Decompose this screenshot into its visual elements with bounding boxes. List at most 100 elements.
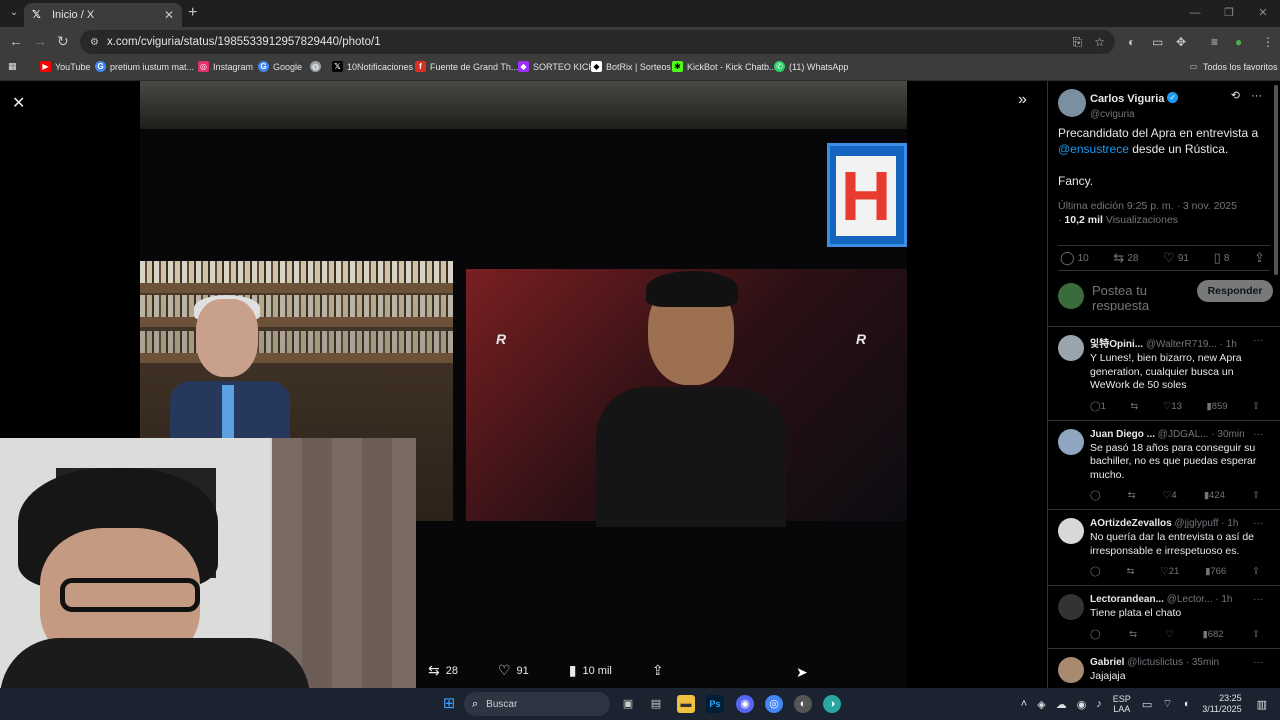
bookmark-whatsapp[interactable]: ✆ (11) WhatsApp — [774, 61, 848, 72]
language-indicator[interactable]: ESP LAA — [1113, 694, 1131, 714]
back-icon[interactable]: ← — [9, 33, 23, 49]
share-action[interactable]: ⇪ — [1252, 490, 1260, 501]
retweet-action[interactable]: ⇆ — [1126, 566, 1134, 577]
bookmark-globe[interactable]: ◍ — [310, 61, 325, 72]
list-item[interactable]: Gabriel @lictuslictus · 35min ··· Jajaja… — [1048, 649, 1280, 689]
file-explorer-icon[interactable]: ▬ — [677, 695, 695, 713]
site-info-icon[interactable]: ⚙ — [90, 37, 99, 48]
list-item[interactable]: 잋特Opini... @WalterR719... · 1h ··· Y Lun… — [1048, 327, 1280, 421]
app-icon[interactable]: ◑ — [823, 695, 841, 713]
minimize-button[interactable]: — — [1178, 0, 1212, 27]
tab-active[interactable]: 𝕏 Inicio / X ✕ — [24, 3, 182, 27]
discord-icon[interactable]: ◉ — [736, 695, 754, 713]
share-stat[interactable]: ⇪ — [1254, 250, 1268, 266]
bookmark-instagram[interactable]: ◎ Instagram — [198, 61, 253, 72]
like-action[interactable]: ♡ 13 — [1163, 401, 1182, 412]
list-item[interactable]: AOrtizdeZevallos @jjglypuff · 1h ··· No … — [1048, 510, 1280, 586]
microphone-icon[interactable]: ♪ — [1096, 698, 1102, 710]
grok-icon[interactable]: ⟲ — [1231, 90, 1240, 102]
forward-icon[interactable]: → — [33, 33, 47, 49]
more-options-icon[interactable]: ··· — [1253, 594, 1263, 605]
bookmark-kickbot[interactable]: ✱ KickBot - Kick Chatb... — [672, 61, 777, 72]
bookmark-fuente[interactable]: f Fuente de Grand Th... — [415, 61, 518, 72]
author-handle[interactable]: @cviguria — [1090, 109, 1178, 120]
reply-action[interactable]: ◯ — [1090, 566, 1101, 577]
chevron-up-icon[interactable]: ˄ — [1021, 698, 1027, 710]
tray-app-icon[interactable]: ◉ — [1077, 698, 1087, 711]
reply-input[interactable]: Postea tu respuesta — [1092, 283, 1172, 311]
like-action[interactable]: ♡ — [1165, 629, 1174, 640]
obs-icon[interactable]: ◐ — [794, 695, 812, 713]
mention-link[interactable]: @ensustrece — [1058, 142, 1129, 156]
avatar[interactable] — [1058, 518, 1084, 544]
extension-icon[interactable]: ◐ — [1128, 35, 1135, 49]
new-tab-button[interactable]: + — [188, 4, 197, 22]
tweet-author[interactable]: Carlos Viguria ✓ @cviguria — [1058, 89, 1179, 120]
reload-icon[interactable]: ↻ — [57, 33, 69, 50]
cloud-icon[interactable]: ☁ — [1056, 698, 1067, 711]
profile-icon[interactable]: ● — [1235, 35, 1242, 49]
close-tab-icon[interactable]: ✕ — [164, 8, 174, 22]
notification-icon[interactable]: ▥ — [1257, 698, 1267, 711]
wifi-icon[interactable]: ⌔ — [1162, 697, 1172, 711]
more-options-icon[interactable]: ··· — [1253, 429, 1263, 440]
views-action[interactable]: ▮ 682 — [1202, 629, 1223, 640]
bookmark-notificaciones[interactable]: 𝕏 10Notificaciones — [332, 61, 413, 72]
address-bar[interactable]: ⚙ x.com/cviguria/status/1985533912957829… — [80, 30, 1115, 54]
bookmark-botrix[interactable]: ◆ BotRix | Sorteos — [591, 61, 671, 72]
bookmark-youtube[interactable]: ▶ YouTube — [40, 61, 90, 72]
like-button[interactable]: ♡ 91 — [498, 662, 529, 679]
more-options-icon[interactable]: ··· — [1253, 335, 1263, 346]
reply-action[interactable]: ◯ — [1090, 490, 1101, 501]
more-options-icon[interactable]: ··· — [1251, 90, 1262, 102]
bookmark-sorteo-kick[interactable]: ◆ SORTEO KICK — [518, 61, 594, 72]
reply-button[interactable]: Responder — [1197, 280, 1273, 302]
all-bookmarks[interactable]: ▭ Todos los favoritos — [1188, 61, 1278, 72]
more-options-icon[interactable]: ··· — [1253, 657, 1263, 668]
extensions-puzzle-icon[interactable]: ✥ — [1176, 35, 1186, 49]
avatar[interactable] — [1058, 428, 1084, 455]
avatar[interactable] — [1058, 656, 1084, 683]
share-action[interactable]: ⇪ — [1252, 401, 1260, 412]
apps-icon[interactable]: ▦ — [8, 61, 17, 72]
url-text[interactable]: x.com/cviguria/status/198553391295782944… — [107, 36, 1061, 48]
chrome-icon[interactable]: ◎ — [765, 695, 783, 713]
views-button[interactable]: ▮ 10 mil — [569, 662, 612, 679]
volume-icon[interactable]: ◖ — [1183, 698, 1190, 710]
avatar[interactable] — [1058, 594, 1084, 620]
close-window-button[interactable]: ✕ — [1246, 0, 1280, 27]
like-action[interactable]: ♡ 4 — [1163, 490, 1177, 501]
expand-panel-icon[interactable]: » — [1018, 91, 1027, 109]
views-action[interactable]: ▮ 859 — [1206, 401, 1227, 412]
retweet-action[interactable]: ⇆ — [1128, 490, 1136, 501]
clock[interactable]: 23:25 3/11/2025 — [1202, 693, 1241, 715]
photoshop-icon[interactable]: Ps — [706, 695, 724, 713]
windows-start-icon[interactable]: ⊞ — [440, 695, 458, 713]
retweet-action[interactable]: ⇆ — [1129, 629, 1137, 640]
display-icon[interactable]: ▭ — [1142, 698, 1152, 711]
share-button[interactable]: ⇪ — [652, 662, 670, 679]
edited-timestamp[interactable]: Última edición 9:25 p. m. · 3 nov. 2025 — [1058, 199, 1268, 213]
taskbar-search[interactable]: ⌕ Buscar — [464, 692, 610, 716]
avatar[interactable] — [1058, 89, 1086, 117]
more-options-icon[interactable]: ··· — [1253, 518, 1263, 529]
media-icon[interactable]: ≡ — [1211, 35, 1218, 49]
install-icon[interactable]: ⎘ — [1073, 35, 1083, 50]
author-name[interactable]: Carlos Viguria — [1090, 93, 1164, 105]
reply-action[interactable]: ◯ 1 — [1090, 401, 1106, 412]
list-item[interactable]: Juan Diego ... @JDGAL... · 30min ··· Se … — [1048, 421, 1280, 510]
like-stat[interactable]: ♡ 91 — [1163, 250, 1189, 266]
tray-app-icon[interactable]: ◈ — [1037, 698, 1045, 711]
share-action[interactable]: ⇪ — [1252, 566, 1260, 577]
bookmark-pretium[interactable]: Gpretium iustum mat... — [95, 61, 194, 72]
app-icon[interactable]: ▤ — [647, 695, 665, 713]
extension-icon[interactable]: ▭ — [1152, 35, 1163, 49]
views-action[interactable]: ▮ 766 — [1205, 566, 1226, 577]
bookmark-stat[interactable]: ▯ 8 — [1214, 250, 1230, 266]
tab-search-icon[interactable]: ⌄ — [6, 5, 22, 21]
close-viewer-icon[interactable]: ✕ — [12, 93, 25, 113]
retweet-stat[interactable]: ⇆ 28 — [1113, 250, 1138, 266]
bookmark-star-icon[interactable]: ☆ — [1094, 35, 1105, 49]
retweet-action[interactable]: ⇆ — [1130, 401, 1138, 412]
like-action[interactable]: ♡ 21 — [1160, 566, 1179, 577]
